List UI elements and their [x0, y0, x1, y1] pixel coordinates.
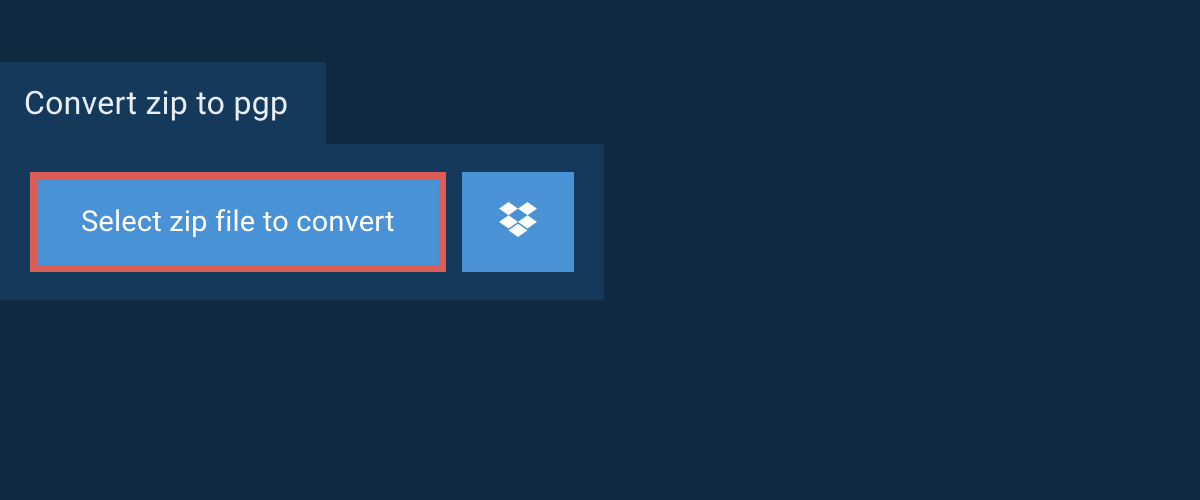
select-file-button-label: Select zip file to convert [81, 205, 395, 239]
header-tab: Convert zip to pgp [0, 62, 326, 144]
dropbox-icon [499, 202, 537, 242]
upload-panel: Select zip file to convert [0, 144, 604, 300]
page-title: Convert zip to pgp [24, 84, 288, 122]
select-file-button[interactable]: Select zip file to convert [30, 172, 446, 272]
dropbox-button[interactable] [462, 172, 574, 272]
